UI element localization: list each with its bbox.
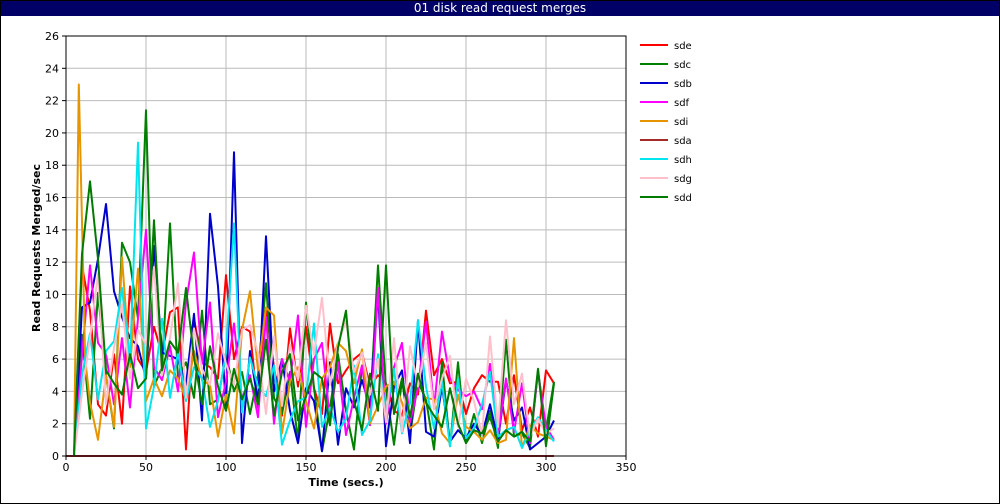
x-tick-label: 50: [139, 461, 153, 474]
y-tick-label: 22: [45, 95, 59, 108]
y-tick-label: 10: [45, 288, 59, 301]
y-tick-label: 2: [52, 418, 59, 431]
chart-title-bar: 01 disk read request merges: [1, 1, 999, 16]
y-axis-label: Read Requests Merged/sec: [30, 164, 43, 332]
y-tick-label: 12: [45, 256, 59, 269]
y-tick-label: 26: [45, 30, 59, 43]
x-tick-label: 150: [296, 461, 317, 474]
y-tick-label: 16: [45, 192, 59, 205]
x-axis-label: Time (secs.): [308, 476, 383, 489]
legend-label-sdb: sdb: [674, 79, 692, 90]
legend-label-sdd: sdd: [674, 193, 692, 204]
x-tick-label: 250: [456, 461, 477, 474]
y-tick-label: 6: [52, 353, 59, 366]
y-tick-label: 20: [45, 127, 59, 140]
line-chart: 0 50 100 150 200 250 300 3500246810121416182022…: [30, 30, 692, 489]
legend-label-sde: sde: [674, 41, 692, 52]
y-tick-label: 14: [45, 224, 59, 237]
x-tick-label: 0: [63, 461, 70, 474]
x-tick-label: 200: [376, 461, 397, 474]
legend: sde sdc sdb sdf sdi sda sdh sdg sdd: [640, 41, 692, 204]
legend-label-sdh: sdh: [674, 155, 692, 166]
legend-label-sda: sda: [674, 136, 692, 147]
legend-label-sdf: sdf: [674, 98, 690, 109]
x-tick-label: 100: [216, 461, 237, 474]
legend-label-sdc: sdc: [674, 60, 691, 71]
legend-label-sdi: sdi: [674, 117, 688, 128]
y-tick-label: 18: [45, 159, 59, 172]
chart-window: 01 disk read request merges 0 50 100 150 200…: [0, 0, 1000, 504]
legend-label-sdg: sdg: [674, 174, 692, 185]
y-tick-label: 24: [45, 62, 59, 75]
y-tick-label: 0: [52, 450, 59, 463]
x-tick-label: 350: [616, 461, 637, 474]
series-lines: [66, 83, 555, 457]
x-tick-label: 300: [536, 461, 557, 474]
y-tick-label: 4: [52, 385, 59, 398]
y-tick-label: 8: [52, 321, 59, 334]
